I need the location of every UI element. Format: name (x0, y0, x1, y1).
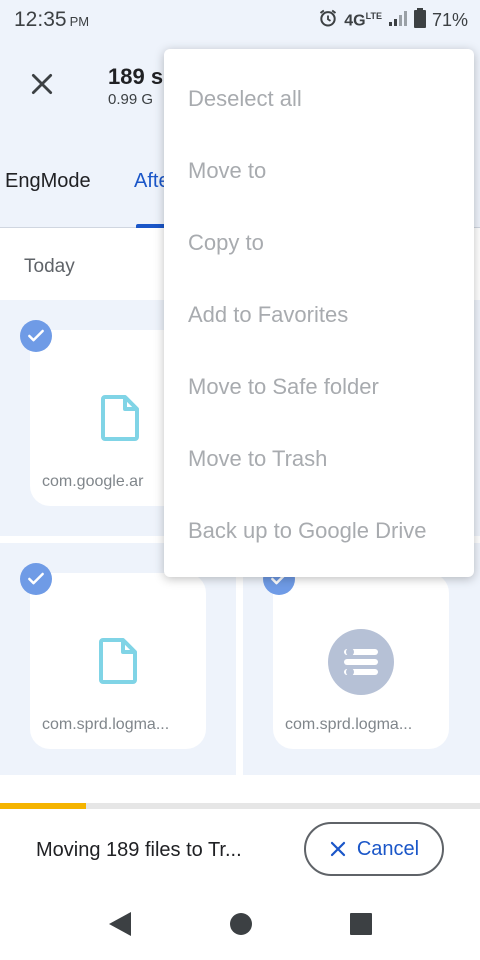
selection-size: 0.99 G (108, 91, 154, 108)
cancel-button[interactable]: Cancel (304, 822, 444, 876)
alarm-icon (318, 8, 338, 33)
grid-cell: com.sprd.logma... (243, 543, 480, 775)
network-type: 4GLTE (344, 10, 382, 30)
menu-item-move-to[interactable]: Move to (164, 135, 474, 207)
file-icon (99, 638, 137, 684)
back-triangle-icon (109, 912, 131, 936)
file-card[interactable]: com.sprd.logma... (30, 573, 206, 749)
nav-recents-button[interactable] (346, 909, 376, 939)
battery-icon (413, 8, 426, 33)
progress-message: Moving 189 files to Tr... (36, 839, 242, 861)
section-header-label: Today (24, 256, 75, 277)
file-icon (101, 395, 139, 441)
check-icon (28, 329, 44, 342)
home-circle-icon (230, 913, 252, 935)
nav-back-button[interactable] (105, 909, 135, 939)
nav-home-button[interactable] (226, 909, 256, 939)
status-icons: 4GLTE 71% (318, 8, 468, 33)
app-icon (328, 629, 394, 695)
selected-check[interactable] (20, 320, 52, 352)
progress-snackbar: Moving 189 files to Tr... Cancel (0, 809, 480, 889)
battery-level: 71% (431, 10, 468, 30)
menu-item-back-up-to-drive[interactable]: Back up to Google Drive (164, 495, 474, 567)
status-time: 12:35 PM (14, 8, 90, 31)
close-icon (330, 841, 345, 857)
overflow-menu: Deselect all Move to Copy to Add to Favo… (164, 49, 474, 577)
recents-square-icon (350, 913, 372, 935)
check-icon (28, 572, 44, 585)
menu-item-move-to-trash[interactable]: Move to Trash (164, 423, 474, 495)
menu-item-move-to-safe-folder[interactable]: Move to Safe folder (164, 351, 474, 423)
tab-engmode[interactable]: EngMode (5, 170, 91, 193)
signal-icon (388, 9, 408, 32)
system-nav-bar (0, 889, 480, 960)
menu-item-add-to-favorites[interactable]: Add to Favorites (164, 279, 474, 351)
menu-item-copy-to[interactable]: Copy to (164, 207, 474, 279)
close-icon (31, 73, 53, 95)
grid-cell: com.sprd.logma... (0, 543, 236, 775)
menu-item-deselect-all[interactable]: Deselect all (164, 63, 474, 135)
close-selection-button[interactable] (20, 62, 64, 106)
selection-count: 189 s (108, 64, 164, 89)
file-name: com.sprd.logma... (285, 716, 413, 733)
file-card[interactable]: com.sprd.logma... (273, 573, 449, 749)
selected-check[interactable] (20, 563, 52, 595)
file-name: com.sprd.logma... (42, 716, 170, 733)
cancel-label: Cancel (356, 837, 420, 860)
status-bar: 12:35 PM 4GLTE 71% (0, 0, 480, 38)
